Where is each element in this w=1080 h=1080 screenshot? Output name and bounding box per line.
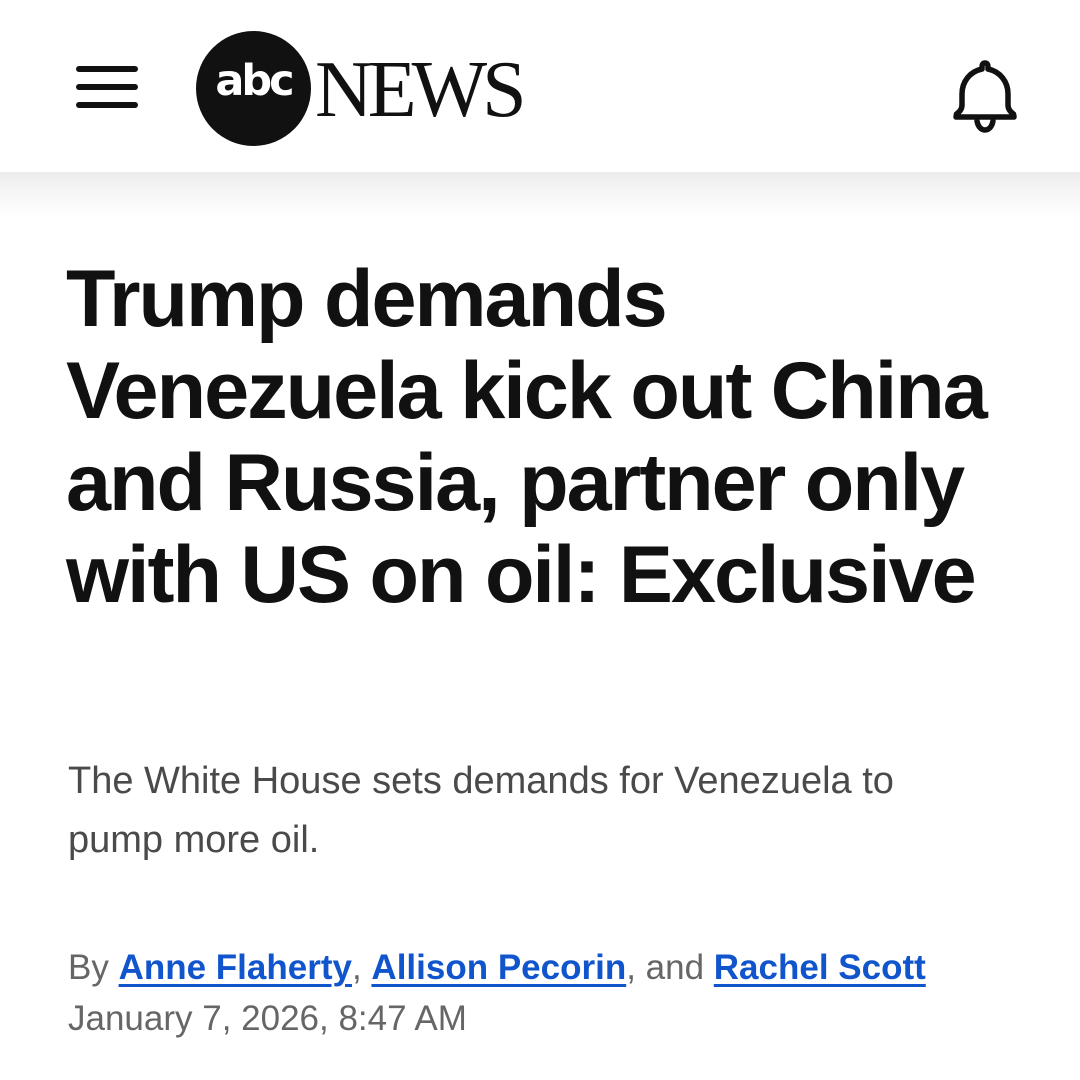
abc-news-logo[interactable]: abc NEWS (193, 31, 553, 147)
menu-bar-bottom (76, 102, 138, 108)
byline-prefix: By (68, 948, 119, 987)
byline-separator: , (351, 948, 372, 987)
header-divider-shadow (0, 172, 1080, 218)
abc-logo-text: abc (215, 56, 294, 106)
author-link-anne-flaherty[interactable]: Anne Flaherty (119, 948, 352, 987)
bell-icon-svg (953, 60, 1017, 133)
menu-bar-middle (76, 84, 138, 90)
article-byline: By Anne Flaherty, Allison Pecorin, and R… (68, 942, 1048, 994)
menu-bar-top (76, 66, 138, 72)
news-logo-text: NEWS (315, 46, 527, 134)
article-subheadline: The White House sets demands for Venezue… (68, 760, 894, 861)
top-navigation-bar: abc NEWS (0, 0, 1080, 172)
byline-conjunction: , and (626, 948, 714, 987)
author-link-allison-pecorin[interactable]: Allison Pecorin (371, 948, 626, 987)
hamburger-menu-icon[interactable] (74, 62, 140, 112)
bell-icon[interactable] (948, 58, 1022, 134)
author-link-rachel-scott[interactable]: Rachel Scott (714, 948, 926, 987)
article-timestamp: January 7, 2026, 8:47 AM (68, 999, 467, 1038)
article-headline: Trump demands Venezuela kick out China a… (66, 254, 988, 620)
